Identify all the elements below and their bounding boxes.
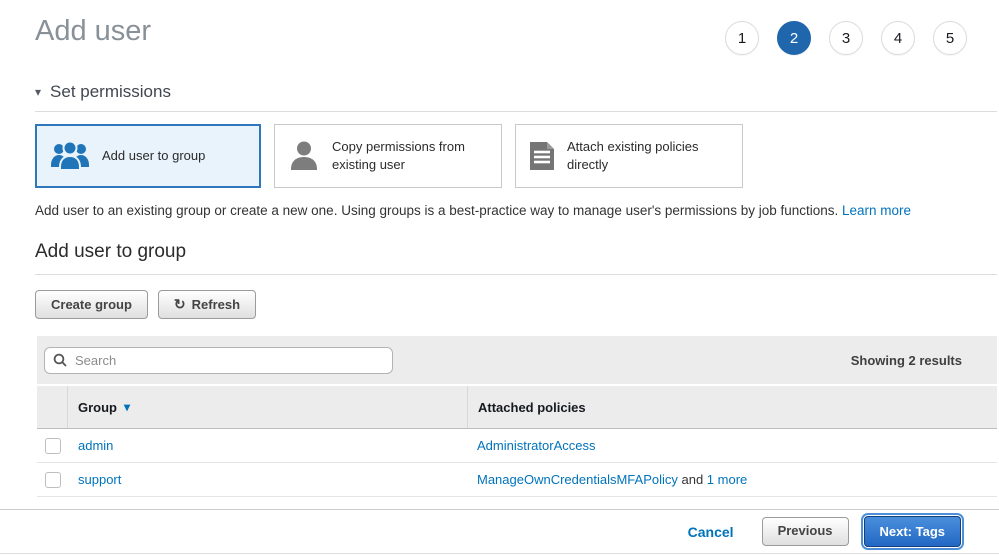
- learn-more-link[interactable]: Learn more: [842, 203, 911, 218]
- policy-link[interactable]: ManageOwnCredentialsMFAPolicy: [477, 472, 678, 487]
- previous-label: Previous: [778, 524, 833, 538]
- user-icon: [287, 140, 321, 172]
- policies-column-label: Attached policies: [478, 400, 586, 415]
- group-cell: admin: [68, 438, 467, 453]
- row-checkbox[interactable]: [45, 472, 61, 488]
- option-label: Attach existing policies directly: [567, 138, 730, 173]
- policy-link[interactable]: 1 more: [707, 472, 747, 487]
- collapse-icon: ▾: [35, 85, 41, 99]
- next-tags-button[interactable]: Next: Tags: [864, 516, 962, 547]
- option-attach-policies[interactable]: Attach existing policies directly: [515, 124, 743, 188]
- results-count: Showing 2 results: [851, 353, 962, 368]
- step-5: 5: [933, 21, 967, 55]
- search-box[interactable]: [44, 347, 393, 374]
- row-checkbox-cell: [37, 429, 68, 462]
- policies-cell: ManageOwnCredentialsMFAPolicy and 1 more: [467, 463, 997, 496]
- document-icon: [528, 140, 556, 172]
- group-link[interactable]: support: [78, 472, 121, 487]
- page-header: Add user 12345: [0, 0, 999, 55]
- groups-table: Showing 2 results Group ▾ Attached polic…: [37, 336, 997, 497]
- refresh-label: Refresh: [192, 298, 240, 312]
- header-policies-column: Attached policies: [467, 386, 997, 428]
- group-column-label: Group: [78, 400, 117, 415]
- policy-link[interactable]: AdministratorAccess: [477, 438, 595, 453]
- table-row: support ManageOwnCredentialsMFAPolicy and…: [37, 463, 997, 497]
- create-group-label: Create group: [51, 298, 132, 312]
- sort-desc-icon: ▾: [124, 400, 130, 414]
- policy-text: and: [678, 472, 707, 487]
- table-header-row: Group ▾ Attached policies: [37, 386, 997, 429]
- wizard-footer: Cancel Previous Next: Tags: [0, 509, 999, 554]
- page-title: Add user: [35, 14, 151, 49]
- group-icon: [49, 140, 91, 172]
- table-toolbar: Showing 2 results: [37, 336, 997, 384]
- option-label: Copy permissions from existing user: [332, 138, 489, 173]
- row-checkbox[interactable]: [45, 438, 61, 454]
- header-checkbox-cell: [37, 386, 68, 428]
- policies-cell: AdministratorAccess: [467, 429, 997, 462]
- option-label: Add user to group: [102, 147, 205, 165]
- step-1: 1: [725, 21, 759, 55]
- row-checkbox-cell: [37, 463, 68, 496]
- set-permissions-header[interactable]: ▾ Set permissions: [35, 82, 997, 112]
- search-icon: [53, 353, 67, 367]
- step-3: 3: [829, 21, 863, 55]
- add-user-to-group-title: Add user to group: [35, 241, 997, 275]
- step-2: 2: [777, 21, 811, 55]
- step-4: 4: [881, 21, 915, 55]
- description-text: Add user to an existing group or create …: [35, 203, 838, 218]
- previous-button[interactable]: Previous: [762, 517, 849, 545]
- option-copy-permissions[interactable]: Copy permissions from existing user: [274, 124, 502, 188]
- step-indicator: 12345: [725, 21, 967, 55]
- table-row: admin AdministratorAccess: [37, 429, 997, 463]
- refresh-icon: ↻: [174, 297, 186, 312]
- group-table-body: admin AdministratorAccess support ManageOwn…: [37, 429, 997, 497]
- search-input[interactable]: [73, 352, 384, 369]
- option-add-user-to-group[interactable]: Add user to group: [35, 124, 261, 188]
- group-description: Add user to an existing group or create …: [35, 203, 997, 218]
- group-cell: support: [68, 472, 467, 487]
- header-group-column[interactable]: Group ▾: [68, 400, 467, 415]
- cancel-button[interactable]: Cancel: [688, 524, 734, 540]
- set-permissions-title: Set permissions: [50, 82, 171, 102]
- refresh-button[interactable]: ↻ Refresh: [158, 290, 256, 319]
- permission-option-cards: Add user to group Copy permissions from …: [35, 124, 999, 188]
- group-link[interactable]: admin: [78, 438, 113, 453]
- create-group-button[interactable]: Create group: [35, 290, 148, 319]
